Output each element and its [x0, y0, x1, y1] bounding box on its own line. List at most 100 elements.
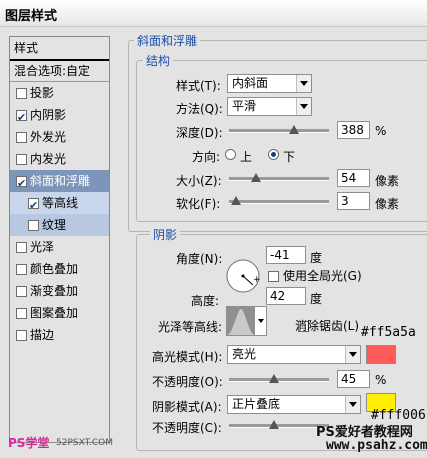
- satin-checkbox[interactable]: [16, 242, 27, 253]
- shadow-opacity-label: 不透明度(C):: [152, 421, 222, 435]
- style-item-label: 光泽: [30, 240, 55, 254]
- highlight-mode-value: 亮光: [232, 347, 257, 361]
- technique-label: 方法(Q):: [176, 102, 223, 116]
- altitude-label: 高度:: [191, 294, 220, 308]
- style-item-contour[interactable]: 等高线: [10, 192, 109, 217]
- style-select-value: 内斜面: [232, 76, 269, 90]
- color-overlay-checkbox[interactable]: [16, 264, 27, 275]
- style-item-outer-glow[interactable]: 外发光: [10, 126, 109, 148]
- altitude-unit: 度: [310, 292, 323, 306]
- shadow-mode-label: 阴影模式(A):: [152, 400, 222, 414]
- angle-unit: 度: [310, 251, 323, 265]
- highlight-opacity-slider-thumb[interactable]: [269, 374, 279, 383]
- highlight-opacity-slider-track[interactable]: [229, 378, 329, 382]
- contour-checkbox[interactable]: [28, 195, 39, 217]
- watermark-left-url: 52PSXT.COM: [56, 438, 114, 448]
- soften-label: 软化(F):: [176, 197, 221, 211]
- depth-label: 深度(D):: [176, 126, 223, 140]
- gradient-overlay-checkbox[interactable]: [16, 286, 27, 297]
- highlight-opacity-unit: %: [375, 373, 387, 387]
- chevron-down-icon: [258, 319, 264, 323]
- global-light-checkbox[interactable]: [268, 271, 279, 282]
- direction-up-label: 上: [240, 150, 253, 164]
- size-input[interactable]: 54: [337, 169, 370, 187]
- shadow-mode-value: 正片叠底: [232, 397, 281, 411]
- stroke-checkbox[interactable]: [16, 330, 27, 341]
- size-unit: 像素: [375, 174, 400, 188]
- style-item-inner-shadow[interactable]: 内阴影: [10, 104, 109, 129]
- antialias-label: 消除锯齿(L): [295, 319, 360, 333]
- shadow-opacity-slider-thumb[interactable]: [269, 420, 279, 429]
- drop-shadow-checkbox[interactable]: [16, 88, 27, 99]
- style-select[interactable]: 内斜面: [227, 74, 312, 93]
- blend-options-item[interactable]: 混合选项:自定: [10, 61, 109, 82]
- global-light-label: 使用全局光(G): [283, 269, 362, 283]
- inner-glow-checkbox[interactable]: [16, 154, 27, 165]
- pattern-overlay-checkbox[interactable]: [16, 308, 27, 319]
- bevel-emboss-checkbox[interactable]: [16, 173, 27, 195]
- soften-slider-track[interactable]: [229, 200, 329, 204]
- style-item-label: 纹理: [42, 218, 67, 232]
- technique-select[interactable]: 平滑: [227, 97, 312, 116]
- svg-text:+: +: [253, 275, 261, 285]
- soften-input[interactable]: 3: [337, 192, 370, 210]
- bevel-emboss-title: 斜面和浮雕: [134, 32, 201, 49]
- style-item-label: 等高线: [42, 196, 79, 210]
- shadow-mode-select[interactable]: 正片叠底: [227, 395, 361, 414]
- contour-curve-icon: [227, 307, 255, 335]
- dialog-titlebar: 图层样式: [0, 0, 427, 27]
- style-item-pattern-overlay[interactable]: 图案叠加: [10, 302, 109, 324]
- style-item-drop-shadow[interactable]: 投影: [10, 82, 109, 104]
- chevron-down-icon: [296, 98, 311, 115]
- styles-header[interactable]: 样式: [10, 37, 109, 61]
- style-item-label: 描边: [30, 328, 55, 342]
- style-item-satin[interactable]: 光泽: [10, 236, 109, 258]
- highlight-color-swatch[interactable]: [366, 345, 396, 364]
- watermark-right-bottom: www.psahz.com: [326, 438, 427, 453]
- angle-label: 角度(N):: [176, 252, 223, 266]
- style-item-gradient-overlay[interactable]: 渐变叠加: [10, 280, 109, 302]
- direction-up-radio[interactable]: [225, 149, 236, 160]
- outer-glow-checkbox[interactable]: [16, 132, 27, 143]
- gloss-contour-picker[interactable]: [226, 306, 267, 336]
- chevron-down-icon: [345, 396, 360, 413]
- style-item-label: 投影: [30, 86, 55, 100]
- highlight-mode-select[interactable]: 亮光: [227, 345, 361, 364]
- highlight-mode-label: 高光模式(H):: [152, 350, 223, 364]
- soften-unit: 像素: [375, 197, 400, 211]
- direction-label: 方向:: [192, 150, 221, 164]
- depth-unit: %: [375, 124, 387, 138]
- shadow-opacity-slider-track[interactable]: [229, 424, 329, 428]
- style-item-label: 图案叠加: [30, 306, 79, 320]
- angle-input[interactable]: -41: [266, 246, 306, 264]
- depth-slider-thumb[interactable]: [289, 125, 299, 134]
- soften-slider-thumb[interactable]: [231, 196, 241, 205]
- style-item-label: 斜面和浮雕: [30, 174, 91, 188]
- inner-shadow-checkbox[interactable]: [16, 107, 27, 129]
- depth-input[interactable]: 388: [337, 121, 370, 139]
- shading-title: 阴影: [150, 226, 181, 243]
- direction-down-radio[interactable]: [268, 149, 279, 160]
- highlight-opacity-input[interactable]: 45: [337, 370, 370, 388]
- highlight-hex-label: #ff5a5a: [361, 325, 416, 340]
- style-item-label: 内发光: [30, 152, 67, 166]
- altitude-input[interactable]: 42: [266, 287, 306, 305]
- watermark-left: PS学堂 52PSXT.COM: [4, 432, 144, 454]
- style-item-stroke[interactable]: 描边: [10, 324, 109, 346]
- style-item-texture[interactable]: 纹理: [10, 214, 109, 236]
- angle-dial[interactable]: +: [225, 258, 261, 294]
- style-item-bevel-emboss[interactable]: 斜面和浮雕: [10, 170, 109, 195]
- style-item-inner-glow[interactable]: 内发光: [10, 148, 109, 170]
- technique-select-value: 平滑: [232, 99, 257, 113]
- watermark-left-text: PS学堂: [8, 436, 50, 450]
- style-item-label: 外发光: [30, 130, 67, 144]
- gloss-contour-label: 光泽等高线:: [158, 320, 223, 334]
- structure-title: 结构: [143, 52, 174, 69]
- style-item-label: 内阴影: [30, 108, 67, 122]
- depth-slider-track[interactable]: [229, 129, 329, 133]
- chevron-down-icon: [345, 346, 360, 363]
- size-slider-track[interactable]: [229, 177, 329, 181]
- texture-checkbox[interactable]: [28, 220, 39, 231]
- style-item-color-overlay[interactable]: 颜色叠加: [10, 258, 109, 280]
- size-slider-thumb[interactable]: [251, 173, 261, 182]
